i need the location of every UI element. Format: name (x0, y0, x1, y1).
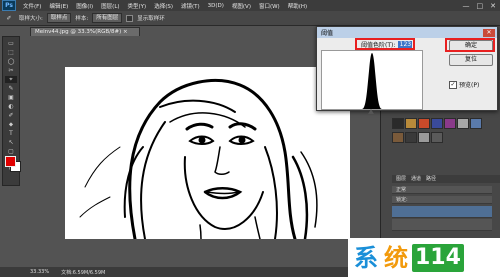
maximize-button[interactable]: □ (477, 2, 484, 10)
zoom-level[interactable]: 33.33% (30, 269, 49, 275)
marquee-tool-icon[interactable]: ⬚ (5, 49, 17, 56)
path-select-tool-icon[interactable]: ↖ (5, 139, 17, 146)
dialog-title: 阈值 (321, 30, 334, 37)
menu-edit[interactable]: 编辑(E) (45, 2, 72, 10)
menu-file[interactable]: 文件(F) (19, 2, 45, 10)
style-swatch[interactable] (431, 132, 443, 143)
brush-tool-icon[interactable]: ✎ (5, 85, 17, 92)
sample-size-select[interactable]: 取样点 (46, 13, 72, 23)
preview-checkbox[interactable]: ✓ (449, 80, 457, 89)
lock-label: 锁定: (396, 197, 408, 203)
threshold-highlight (355, 38, 415, 50)
show-ring-label: 显示取样环 (137, 16, 165, 22)
style-swatch[interactable] (444, 118, 456, 129)
foreground-color-swatch[interactable] (5, 156, 16, 167)
menu-type[interactable]: 类型(Y) (124, 2, 151, 10)
dodge-tool-icon[interactable]: ◐ (5, 103, 17, 110)
eyedropper-tool-icon[interactable]: ⌖ (5, 76, 17, 83)
pen-tool-icon[interactable]: ✐ (5, 112, 17, 119)
options-bar: ✐ 取样大小: 取样点 样本: 所有图层 显示取样环 (0, 11, 500, 26)
tab-paths[interactable]: 路径 (426, 175, 436, 183)
watermark-char-2: 统 (384, 243, 408, 272)
style-swatch[interactable] (470, 118, 482, 129)
style-swatch[interactable] (418, 118, 430, 129)
dialog-titlebar: 阈值 ✕ (317, 27, 497, 38)
photoshop-logo: Ps (2, 0, 16, 11)
document-tab[interactable]: Meinv44.jpg @ 33.3%(RGB/8#) × (30, 27, 140, 36)
style-swatch[interactable] (392, 132, 404, 143)
close-button[interactable]: ✕ (490, 2, 496, 10)
minimize-button[interactable]: — (463, 2, 470, 10)
lasso-tool-icon[interactable]: ◯ (5, 58, 17, 65)
window-controls: — □ ✕ (463, 2, 500, 10)
preview-row: ✓ 预览(P) (449, 80, 479, 89)
style-swatch[interactable] (457, 118, 469, 129)
threshold-dialog: 阈值 ✕ 阈值色阶(T): 123 确定 复位 ✓ 预览(P) (316, 26, 498, 114)
menu-window[interactable]: 窗口(W) (255, 2, 284, 10)
style-swatch[interactable] (431, 118, 443, 129)
type-tool-icon[interactable]: T (5, 130, 17, 137)
tab-layers[interactable]: 图层 (396, 175, 406, 183)
layers-panel-tabs: 图层 通道 路径 (392, 175, 500, 183)
watermark-number: 114 (412, 243, 464, 272)
site-watermark: 系 统 114 (348, 238, 500, 277)
layer-row[interactable] (392, 219, 492, 231)
menu-filter[interactable]: 滤镜(T) (177, 2, 204, 10)
sample-select[interactable]: 所有图层 (92, 13, 123, 23)
styles-panel (392, 118, 492, 158)
shape-tool-icon[interactable]: ▢ (5, 148, 17, 155)
eraser-tool-icon[interactable]: ⬥ (5, 121, 17, 128)
menu-help[interactable]: 帮助(H) (284, 2, 311, 10)
style-swatch[interactable] (405, 118, 417, 129)
threshold-histogram (321, 50, 423, 110)
stamp-tool-icon[interactable]: ▣ (5, 94, 17, 101)
threshold-slider[interactable] (368, 109, 374, 114)
blend-mode-select[interactable]: 正常 (396, 187, 406, 193)
preview-label: 预览(P) (459, 82, 480, 89)
sample-label: 样本: (75, 16, 89, 22)
status-bar: 33.33% 文档:6.59M/6.59M (0, 267, 360, 277)
menu-layer[interactable]: 图层(L) (97, 2, 123, 10)
crop-tool-icon[interactable]: ✂ (5, 67, 17, 74)
watermark-char-1: 系 (354, 243, 378, 272)
menu-view[interactable]: 视图(V) (228, 2, 255, 10)
tab-channels[interactable]: 通道 (411, 175, 421, 183)
menu-bar: Ps 文件(F) 编辑(E) 图像(I) 图层(L) 类型(Y) 选择(S) 滤… (0, 0, 500, 11)
opacity-row: 锁定: (392, 196, 492, 204)
blend-mode-row[interactable]: 正常 (392, 186, 492, 194)
sample-size-label: 取样大小: (19, 16, 43, 22)
menu-select[interactable]: 选择(S) (150, 2, 177, 10)
document-size: 文档:6.59M/6.59M (61, 269, 106, 276)
move-tool-icon[interactable]: ▭ (5, 40, 17, 47)
show-ring-checkbox[interactable] (126, 14, 134, 22)
document-canvas[interactable] (65, 67, 350, 239)
portrait-image (79, 78, 318, 239)
menu-image[interactable]: 图像(I) (72, 2, 97, 10)
style-swatch[interactable] (405, 132, 417, 143)
menu-3d[interactable]: 3D(D) (204, 3, 228, 9)
ok-button-highlight (445, 38, 495, 52)
layer-row[interactable] (392, 206, 492, 218)
reset-button[interactable]: 复位 (449, 54, 493, 66)
style-swatch[interactable] (392, 118, 404, 129)
style-swatch[interactable] (418, 132, 430, 143)
dialog-close-button[interactable]: ✕ (483, 28, 495, 37)
eyedropper-icon[interactable]: ✐ (3, 15, 15, 22)
